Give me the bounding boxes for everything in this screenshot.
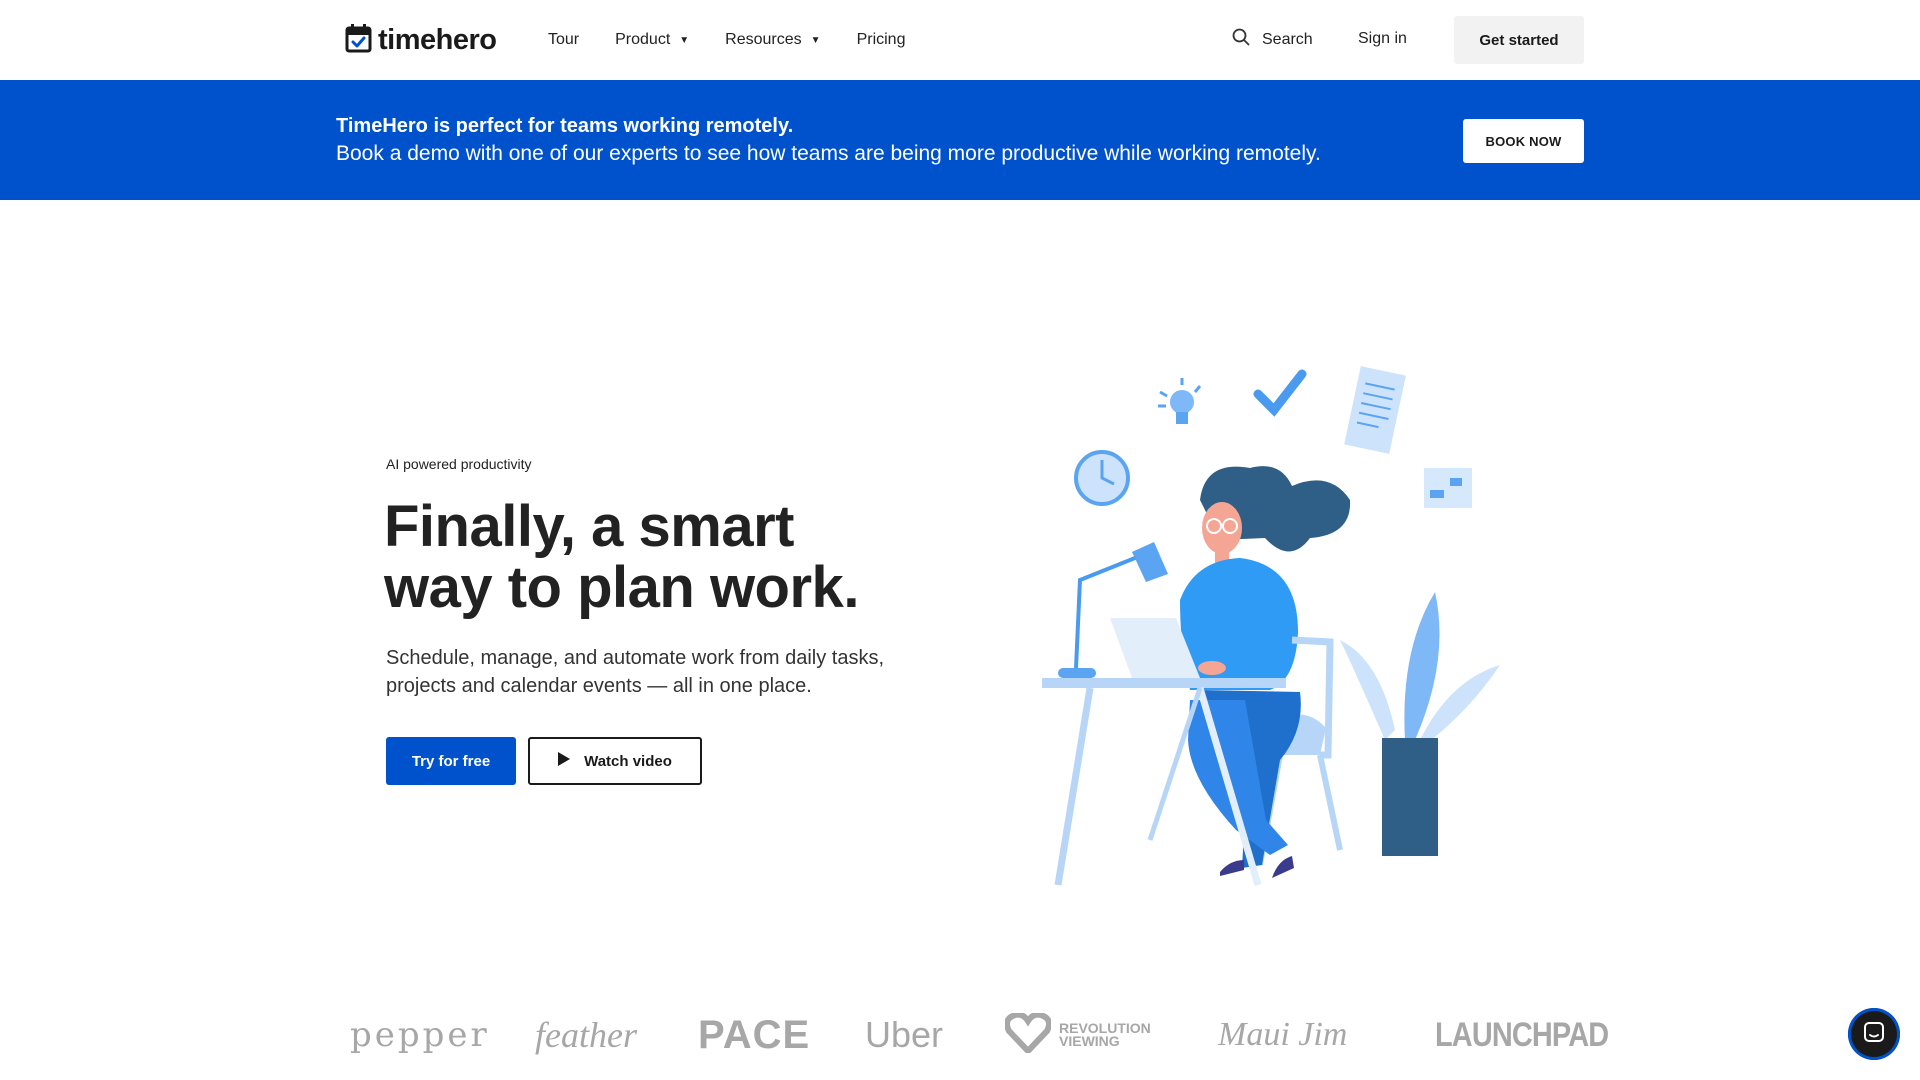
timehero-logo[interactable]: timehero bbox=[345, 23, 497, 58]
get-started-button[interactable]: Get started bbox=[1454, 16, 1584, 64]
watch-video-label: Watch video bbox=[584, 752, 672, 770]
calendar-check-icon bbox=[345, 23, 372, 58]
lightbulb-icon bbox=[1158, 378, 1202, 424]
pepper-logo: pepper bbox=[350, 1015, 490, 1055]
site-header: timehero Tour Product ▼ Resources ▼ Pric… bbox=[0, 0, 1920, 80]
pace-logo: PACE bbox=[698, 1012, 811, 1057]
nav-item-label: Tour bbox=[548, 31, 580, 48]
revolution-line-2: VIEWING bbox=[1059, 1033, 1120, 1049]
nav-item-resources[interactable]: Resources ▼ bbox=[725, 31, 820, 49]
uber-logo: Uber bbox=[865, 1014, 944, 1055]
launchpad-logo: LAUNCHPAD bbox=[1435, 1015, 1609, 1054]
try-for-free-button[interactable]: Try for free bbox=[386, 737, 516, 785]
hero-eyebrow: AI powered productivity bbox=[386, 456, 532, 472]
revolution-viewing-text: REVOLUTION VIEWING bbox=[1059, 1021, 1151, 1049]
hero-subtext: Schedule, manage, and automate work from… bbox=[386, 647, 885, 697]
customer-logos: pepper feather PACE Uber REVOLUTION VIEW… bbox=[340, 1000, 1609, 1070]
headline-line-2: way to plan work. bbox=[384, 555, 859, 620]
heart-icon bbox=[1004, 1011, 1052, 1058]
chat-widget-button[interactable] bbox=[1848, 1008, 1900, 1060]
play-icon bbox=[558, 752, 571, 770]
remote-teams-banner: TimeHero is perfect for teams working re… bbox=[0, 80, 1920, 200]
revolution-viewing-logo: REVOLUTION VIEWING bbox=[1004, 1000, 1151, 1070]
headline-line-1: Finally, a smart bbox=[384, 494, 794, 559]
banner-title: TimeHero is perfect for teams working re… bbox=[336, 115, 794, 137]
clock-icon bbox=[1074, 450, 1130, 506]
document-icon bbox=[1344, 366, 1406, 454]
search-button[interactable]: Search bbox=[1232, 28, 1313, 51]
maui-jim-logo: Maui Jim bbox=[1218, 1016, 1348, 1053]
search-icon bbox=[1232, 28, 1250, 51]
nav-item-product[interactable]: Product ▼ bbox=[615, 31, 689, 49]
nav-item-label: Pricing bbox=[856, 31, 906, 48]
hero-illustration bbox=[1030, 360, 1530, 900]
nav-item-pricing[interactable]: Pricing bbox=[857, 31, 906, 49]
caret-down-icon: ▼ bbox=[810, 34, 821, 46]
logo-wordmark: timehero bbox=[378, 23, 497, 56]
feather-logo: feather bbox=[535, 1015, 637, 1055]
nav-item-tour[interactable]: Tour bbox=[548, 31, 579, 49]
caret-down-icon: ▼ bbox=[679, 34, 690, 46]
checkmark-icon bbox=[1253, 369, 1307, 417]
sign-in-link[interactable]: Sign in bbox=[1358, 30, 1407, 48]
nav-item-label: Resources bbox=[725, 31, 802, 48]
watch-video-button[interactable]: Watch video bbox=[528, 737, 702, 785]
chat-icon bbox=[1863, 1021, 1885, 1048]
card-icon bbox=[1424, 468, 1472, 508]
banner-subtitle: Book a demo with one of our experts to s… bbox=[336, 142, 1321, 165]
main-nav: Tour Product ▼ Resources ▼ Pricing bbox=[548, 0, 905, 80]
nav-item-label: Product bbox=[615, 31, 671, 48]
book-now-button[interactable]: BOOK NOW bbox=[1463, 119, 1584, 163]
search-label: Search bbox=[1262, 30, 1313, 48]
hero-headline: Finally, a smart way to plan work. bbox=[384, 496, 944, 618]
